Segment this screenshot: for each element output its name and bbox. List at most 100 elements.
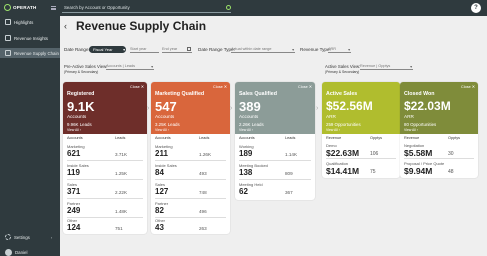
list-item[interactable]: Demo $22.63M 106 [322,142,400,159]
stage-title: Sales Qualified [239,91,277,97]
close-button[interactable]: Close ✕ [461,84,475,89]
view-all-link[interactable]: View All › [67,128,81,132]
user-menu[interactable]: Daniel [5,249,27,256]
gear-icon [5,234,11,240]
list-item[interactable]: Working 189 1.14K [235,142,315,161]
row-value: 43 [155,223,164,232]
row-subvalue: 751 [115,226,123,231]
end-year-input[interactable]: End year [162,46,192,53]
row-divider [326,158,396,159]
stage-subvalue: 9.96K Leads [67,122,92,127]
sidebar-item-revenue-supply-chain[interactable]: Revenue Supply Chain [0,48,60,58]
page-title: Revenue Supply Chain [76,19,207,33]
revenue-type-label: Revenue Type: [300,47,331,52]
sidebar-item-revenue-insights[interactable]: Revenue Insights [0,33,60,43]
list-item[interactable]: Inside Sales 119 1.25K [63,161,147,180]
column-header-left: Accounts [155,136,171,140]
close-button[interactable]: Close ✕ [130,84,144,89]
sidebar-item-highlights[interactable]: Highlights [0,17,60,27]
pre-active-view-select[interactable]: Accounts | Leads ▾ [106,63,154,70]
settings-link[interactable]: Settings › [5,234,52,240]
sidebar-item-label: Highlights [14,19,34,25]
list-item[interactable]: Inside Sales 84 493 [151,161,230,180]
column-header-right: Opptys [448,136,461,140]
active-view-label: Active Sales View: (Primary & Secondary) [325,64,360,75]
list-item[interactable]: Other 43 263 [151,216,230,234]
list-item[interactable]: Meeting Held 62 367 [235,180,315,199]
chevron-down-icon: ▾ [123,48,125,52]
sales-qualified-card: Close ✕ Sales Qualified 389 Accounts 2.2… [235,82,315,200]
row-subvalue: 493 [199,171,207,176]
stage-title: Active Sales [326,91,358,97]
date-range-select[interactable]: Fiscal Year ▾ [89,46,126,53]
stage-value: 547 [155,99,177,114]
row-value: 84 [155,168,164,177]
brand-logo[interactable]: OPERATH [4,4,37,11]
calendar-icon[interactable] [187,47,191,51]
view-all-link[interactable]: View All › [155,128,169,132]
date-range-type-label: Date Range Type: [198,47,235,52]
column-header-right: Leads [115,136,126,140]
row-subvalue: 1.14K [285,152,298,157]
close-button[interactable]: Close ✕ [213,84,227,89]
date-range-type-select[interactable]: Actual within date range ▾ [231,46,295,53]
revenue-type-select[interactable]: ARR ▾ [328,46,351,53]
active-sales-card-header[interactable]: Active Sales $52.56M ARR 259 Opportuniti… [322,82,400,134]
sidebar: OPERATH Highlights Revenue Insights Reve… [0,0,60,256]
view-all-link[interactable]: View All › [326,128,340,132]
search-input[interactable]: Search by Account or Opportunity [62,3,231,13]
back-arrow-icon[interactable]: ‹ [64,21,67,31]
stage-arrow-icon: › [230,105,233,112]
supply-chain-icon [5,50,11,56]
row-divider [404,158,474,159]
row-subvalue: 30 [448,151,454,157]
list-item[interactable]: Sales 371 2.22K [63,180,147,199]
start-year-input[interactable]: Start year [130,46,159,53]
search-icon[interactable] [226,5,231,10]
row-subvalue: 809 [285,171,293,176]
column-header-right: Opptys [370,136,383,140]
avatar [5,249,12,256]
column-header-left: Revenue [404,136,420,140]
view-all-link[interactable]: View All › [239,128,253,132]
close-button[interactable]: Close ✕ [298,84,312,89]
help-icon[interactable]: ? [471,3,481,13]
end-year-placeholder: End year [162,47,178,51]
stage-value: 389 [239,99,261,114]
list-item[interactable]: Marketing 211 1.26K [151,142,230,161]
list-item[interactable]: Marketing 621 3.71K [63,142,147,161]
active-view-select[interactable]: Revenue | Opptys ▾ [360,63,413,70]
row-subvalue: 3.71K [115,152,128,157]
list-item[interactable]: Negotiation $5.58M 30 [400,142,478,159]
stage-title: Registered [67,91,95,97]
list-item[interactable]: Proposal / Price Quote $9.94M 48 [400,160,478,177]
menu-collapse-icon[interactable] [51,6,56,10]
row-value: 124 [67,223,81,232]
row-value: $5.58M [404,148,433,158]
row-subvalue: 263 [199,226,207,231]
stage-metric: ARR [404,114,414,119]
highlights-icon [5,19,11,25]
stage-value: $52.56M [326,99,373,113]
closed-won-card-header[interactable]: Close ✕ Closed Won $22.03M ARR 80 Opport… [400,82,478,134]
logo-icon [4,4,11,11]
marketing-qualified-card-header[interactable]: Close ✕ Marketing Qualified 547 Accounts… [151,82,230,134]
row-value: 119 [67,168,80,177]
list-item[interactable]: Meeting Booked 138 809 [235,161,315,180]
stage-arrow-icon: › [316,105,319,112]
chevron-down-icon: ▾ [348,48,350,52]
list-item[interactable]: Other 124 751 [63,216,147,234]
list-item[interactable]: Qualification $14.41M 75 [322,160,400,177]
row-subvalue: 496 [199,209,207,214]
row-value: 62 [239,187,248,196]
registered-card-header[interactable]: Close ✕ Registered 9.1K Accounts 9.96K L… [63,82,147,134]
sales-qualified-card-header[interactable]: Close ✕ Sales Qualified 389 Accounts 2.2… [235,82,315,134]
active-view-title: Active Sales View: [325,64,361,69]
view-all-link[interactable]: View All › [404,128,418,132]
row-subvalue: 367 [285,190,293,195]
stage-metric: Accounts [67,114,87,119]
pre-active-view-title: Pre-Active Sales View: [64,64,108,69]
pre-active-view-subtitle: (Primary & Secondary) [64,70,99,74]
user-name: Daniel [15,250,28,255]
list-item[interactable]: Sales 127 748 [151,180,230,199]
